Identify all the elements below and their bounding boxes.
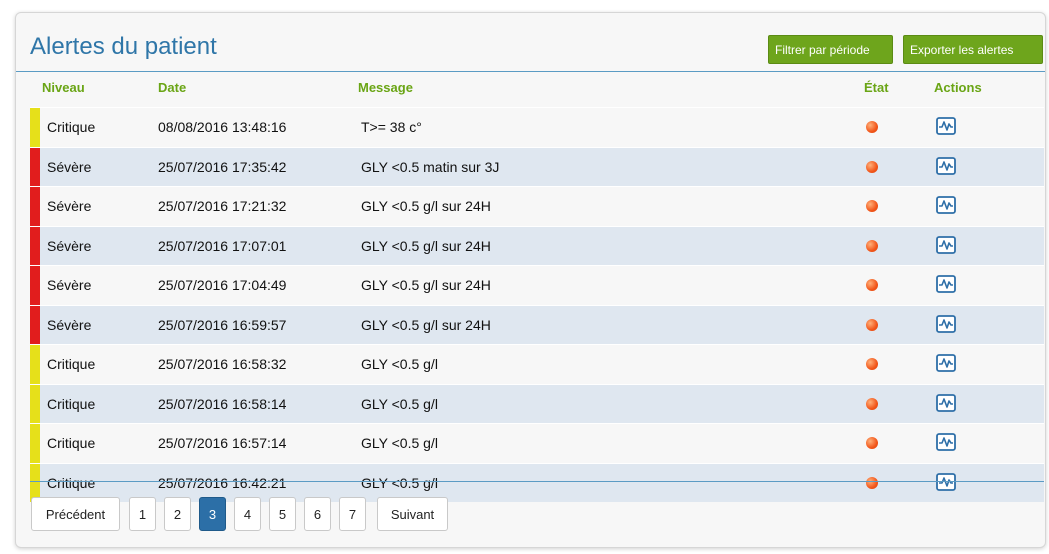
row-message: GLY <0.5 matin sur 3J bbox=[361, 158, 500, 175]
page-title: Alertes du patient bbox=[30, 33, 217, 60]
row-level: Sévère bbox=[47, 316, 92, 333]
row-message: T>= 38 c° bbox=[361, 119, 422, 135]
severity-indicator bbox=[30, 345, 40, 384]
chart-monitor-icon[interactable] bbox=[936, 235, 956, 254]
table-row[interactable]: Sévère 25/07/2016 16:59:57 GLY <0.5 g/l su… bbox=[30, 304, 1044, 344]
page-button-2[interactable]: 2 bbox=[164, 497, 191, 531]
chart-monitor-icon[interactable] bbox=[936, 393, 956, 412]
filter-by-period-button[interactable]: Filtrer par période bbox=[768, 35, 893, 64]
table-row[interactable]: Critique 25/07/2016 16:58:14 GLY <0.5 g/l bbox=[30, 383, 1044, 423]
row-date: 25/07/2016 17:21:32 bbox=[158, 198, 287, 214]
state-dot-icon bbox=[866, 318, 878, 331]
row-message: GLY <0.5 g/l sur 24H bbox=[361, 237, 491, 254]
previous-page-button[interactable]: Précédent bbox=[31, 497, 120, 531]
severity-indicator bbox=[30, 424, 40, 463]
row-date: 08/08/2016 13:48:16 bbox=[158, 119, 287, 135]
row-message: GLY <0.5 g/l sur 24H bbox=[361, 277, 491, 293]
column-header-level[interactable]: Niveau bbox=[42, 80, 85, 95]
next-page-button[interactable]: Suivant bbox=[377, 497, 448, 531]
severity-indicator bbox=[30, 147, 40, 186]
row-date: 25/07/2016 17:04:49 bbox=[158, 277, 287, 293]
table-row[interactable]: Sévère 25/07/2016 17:35:42 GLY <0.5 matin … bbox=[30, 146, 1044, 186]
row-level: Sévère bbox=[47, 198, 92, 214]
row-level: Critique bbox=[47, 119, 96, 135]
severity-indicator bbox=[30, 108, 40, 147]
row-date: 25/07/2016 16:42:21 bbox=[158, 474, 287, 491]
severity-indicator bbox=[30, 384, 40, 423]
table-row[interactable]: Sévère 25/07/2016 17:07:01 GLY <0.5 g/l su… bbox=[30, 225, 1044, 265]
page-button-5[interactable]: 5 bbox=[269, 497, 296, 531]
alerts-panel: Alertes du patient Filtrer par période E… bbox=[15, 12, 1046, 548]
row-message: GLY <0.5 g/l bbox=[361, 395, 438, 412]
row-date: 25/07/2016 16:58:14 bbox=[158, 395, 287, 412]
page-button-3[interactable]: 3 bbox=[199, 497, 226, 531]
row-message: GLY <0.5 g/l bbox=[361, 474, 438, 491]
row-level: Critique bbox=[47, 435, 96, 451]
state-dot-icon bbox=[866, 160, 878, 173]
column-header-state[interactable]: État bbox=[864, 80, 889, 95]
alerts-table: Critique 08/08/2016 13:48:16 T>= 38 c° Sévè… bbox=[30, 107, 1044, 502]
row-level: Sévère bbox=[47, 237, 92, 254]
table-row[interactable]: Critique 08/08/2016 13:48:16 T>= 38 c° bbox=[30, 107, 1044, 147]
chart-monitor-icon[interactable] bbox=[936, 196, 956, 214]
row-level: Critique bbox=[47, 356, 96, 372]
chart-monitor-icon[interactable] bbox=[936, 354, 956, 372]
state-dot-icon bbox=[866, 397, 878, 410]
row-message: GLY <0.5 g/l bbox=[361, 435, 438, 451]
state-dot-icon bbox=[866, 476, 878, 489]
page-button-7[interactable]: 7 bbox=[339, 497, 366, 531]
row-date: 25/07/2016 17:07:01 bbox=[158, 237, 287, 254]
chart-monitor-icon[interactable] bbox=[936, 433, 956, 451]
row-level: Critique bbox=[47, 474, 96, 491]
page-button-1[interactable]: 1 bbox=[129, 497, 156, 531]
row-date: 25/07/2016 16:59:57 bbox=[158, 316, 287, 333]
row-date: 25/07/2016 16:57:14 bbox=[158, 435, 287, 451]
severity-indicator bbox=[30, 305, 40, 344]
state-dot-icon bbox=[866, 121, 878, 133]
severity-indicator bbox=[30, 266, 40, 305]
state-dot-icon bbox=[866, 200, 878, 212]
row-level: Sévère bbox=[47, 277, 92, 293]
chart-monitor-icon[interactable] bbox=[936, 117, 956, 135]
state-dot-icon bbox=[866, 358, 878, 370]
footer-divider bbox=[30, 481, 1044, 482]
severity-indicator bbox=[30, 226, 40, 265]
page-button-6[interactable]: 6 bbox=[304, 497, 331, 531]
row-message: GLY <0.5 g/l bbox=[361, 356, 438, 372]
chart-monitor-icon[interactable] bbox=[936, 314, 956, 333]
row-date: 25/07/2016 16:58:32 bbox=[158, 356, 287, 372]
table-row[interactable]: Critique 25/07/2016 16:58:32 GLY <0.5 g/l bbox=[30, 344, 1044, 384]
chart-monitor-icon[interactable] bbox=[936, 156, 956, 175]
row-date: 25/07/2016 17:35:42 bbox=[158, 158, 287, 175]
state-dot-icon bbox=[866, 239, 878, 252]
row-message: GLY <0.5 g/l sur 24H bbox=[361, 198, 491, 214]
state-dot-icon bbox=[866, 279, 878, 291]
table-row[interactable]: Sévère 25/07/2016 17:21:32 GLY <0.5 g/l su… bbox=[30, 186, 1044, 226]
row-level: Critique bbox=[47, 395, 96, 412]
column-header-date[interactable]: Date bbox=[158, 80, 186, 95]
chart-monitor-icon[interactable] bbox=[936, 275, 956, 293]
panel-header: Alertes du patient Filtrer par période E… bbox=[16, 13, 1045, 72]
export-alerts-button[interactable]: Exporter les alertes bbox=[903, 35, 1043, 64]
severity-indicator bbox=[30, 187, 40, 226]
page-button-4[interactable]: 4 bbox=[234, 497, 261, 531]
column-header-actions: Actions bbox=[934, 80, 982, 95]
state-dot-icon bbox=[866, 437, 878, 449]
column-header-message[interactable]: Message bbox=[358, 80, 413, 95]
row-level: Sévère bbox=[47, 158, 92, 175]
row-message: GLY <0.5 g/l sur 24H bbox=[361, 316, 491, 333]
table-row[interactable]: Critique 25/07/2016 16:57:14 GLY <0.5 g/l bbox=[30, 423, 1044, 463]
table-row[interactable]: Sévère 25/07/2016 17:04:49 GLY <0.5 g/l su… bbox=[30, 265, 1044, 305]
